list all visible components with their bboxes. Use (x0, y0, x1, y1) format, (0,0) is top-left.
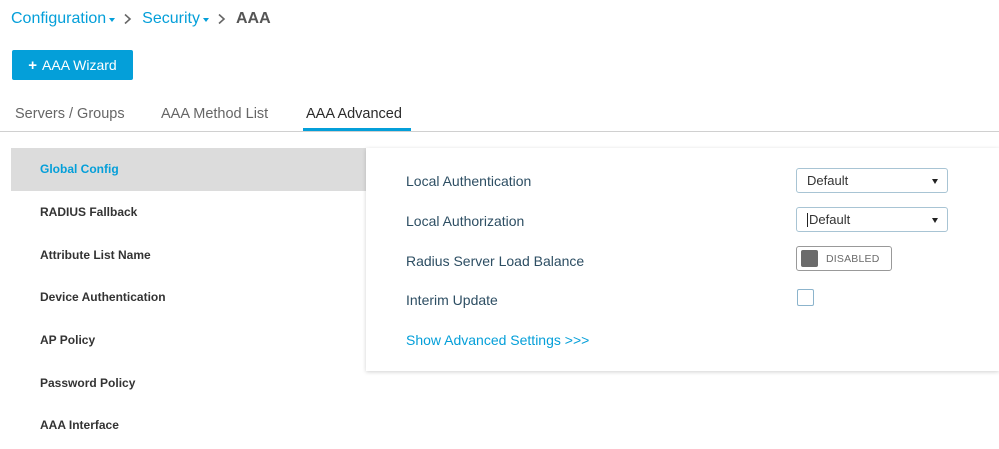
chevron-right-icon (217, 13, 227, 25)
interim-update-label: Interim Update (406, 292, 498, 308)
nav-item-attribute-list-name[interactable]: Attribute List Name (11, 233, 366, 276)
caret-down-icon (109, 17, 116, 22)
chevron-right-icon (123, 13, 133, 25)
tab-bar: Servers / Groups AAA Method List AAA Adv… (0, 100, 999, 132)
global-config-panel: Local Authentication Default Local Autho… (366, 148, 999, 371)
local-authentication-label: Local Authentication (406, 173, 532, 189)
caret-down-icon (932, 179, 938, 184)
tab-aaa-method-list[interactable]: AAA Method List (161, 106, 268, 132)
local-authentication-value: Default (807, 173, 849, 188)
breadcrumb-configuration-label: Configuration (11, 10, 107, 27)
aaa-wizard-label: AAA Wizard (42, 57, 117, 73)
local-authorization-label: Local Authorization (406, 213, 525, 229)
breadcrumb: Configuration Security AAA (11, 8, 271, 30)
nav-item-radius-fallback[interactable]: RADIUS Fallback (11, 191, 366, 234)
local-authorization-select[interactable]: Default (796, 207, 948, 232)
show-advanced-settings-link[interactable]: Show Advanced Settings >>> (406, 332, 589, 348)
breadcrumb-security[interactable]: Security (142, 10, 209, 28)
aaa-wizard-button[interactable]: + AAA Wizard (12, 50, 133, 80)
toggle-state-text: DISABLED (826, 252, 880, 265)
breadcrumb-security-label: Security (142, 10, 200, 27)
caret-down-icon (202, 17, 209, 22)
toggle-knob (801, 250, 818, 267)
nav-item-device-authentication[interactable]: Device Authentication (11, 276, 366, 319)
nav-item-aaa-interface[interactable]: AAA Interface (11, 404, 366, 447)
plus-icon: + (28, 56, 38, 74)
nav-item-global-config[interactable]: Global Config (11, 148, 366, 191)
breadcrumb-current: AAA (235, 10, 271, 27)
radius-load-balance-label: Radius Server Load Balance (406, 253, 585, 269)
nav-item-ap-policy[interactable]: AP Policy (11, 319, 366, 362)
active-tab-indicator (303, 128, 411, 131)
caret-down-icon (932, 218, 938, 223)
tab-servers-groups[interactable]: Servers / Groups (15, 106, 125, 132)
local-authentication-select[interactable]: Default (796, 168, 948, 193)
radius-load-balance-toggle[interactable]: DISABLED (796, 246, 892, 271)
interim-update-checkbox[interactable] (797, 289, 814, 306)
text-cursor (807, 212, 808, 227)
breadcrumb-configuration[interactable]: Configuration (11, 10, 116, 28)
side-nav: Global Config RADIUS Fallback Attribute … (11, 148, 366, 447)
local-authorization-value: Default (809, 212, 851, 227)
nav-item-password-policy[interactable]: Password Policy (11, 361, 366, 404)
